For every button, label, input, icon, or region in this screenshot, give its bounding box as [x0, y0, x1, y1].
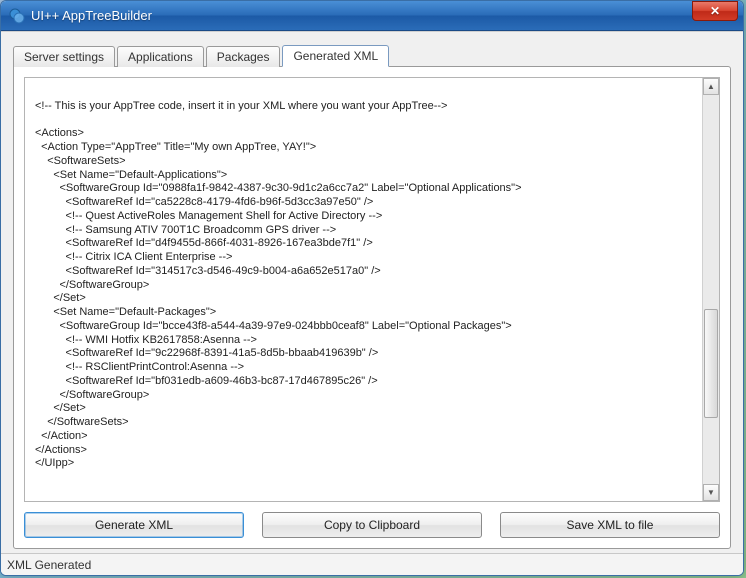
scroll-up-arrow-icon[interactable]: ▲	[703, 78, 719, 95]
app-window: UI++ AppTreeBuilder ✕ Server settings Ap…	[0, 0, 744, 576]
window-title: UI++ AppTreeBuilder	[31, 8, 692, 23]
button-label: Generate XML	[95, 518, 173, 532]
content-pane: Server settings Applications Packages Ge…	[1, 32, 743, 553]
button-label: Copy to Clipboard	[324, 518, 420, 532]
tab-label: Generated XML	[293, 49, 378, 63]
client-area: Server settings Applications Packages Ge…	[1, 31, 743, 575]
tab-label: Applications	[128, 50, 193, 64]
close-icon: ✕	[710, 4, 720, 18]
tabstrip: Server settings Applications Packages Ge…	[13, 42, 731, 66]
vertical-scrollbar[interactable]: ▲ ▼	[702, 78, 719, 501]
tab-label: Server settings	[24, 50, 104, 64]
button-label: Save XML to file	[567, 518, 654, 532]
save-xml-to-file-button[interactable]: Save XML to file	[500, 512, 720, 538]
scroll-thumb[interactable]	[704, 309, 718, 418]
tab-server-settings[interactable]: Server settings	[13, 46, 115, 67]
tab-applications[interactable]: Applications	[117, 46, 204, 67]
button-row: Generate XML Copy to Clipboard Save XML …	[24, 512, 720, 538]
tab-label: Packages	[217, 50, 270, 64]
close-button[interactable]: ✕	[692, 1, 738, 21]
xml-output[interactable]: <!-- This is your AppTree code, insert i…	[25, 78, 702, 501]
tab-body: <!-- This is your AppTree code, insert i…	[13, 66, 731, 549]
tab-packages[interactable]: Packages	[206, 46, 281, 67]
statusbar: XML Generated	[1, 553, 743, 575]
scroll-track[interactable]	[703, 95, 719, 484]
status-text: XML Generated	[7, 558, 91, 572]
scroll-down-arrow-icon[interactable]: ▼	[703, 484, 719, 501]
app-icon	[9, 8, 25, 24]
titlebar: UI++ AppTreeBuilder ✕	[1, 1, 743, 31]
tab-generated-xml[interactable]: Generated XML	[282, 45, 389, 67]
generate-xml-button[interactable]: Generate XML	[24, 512, 244, 538]
copy-to-clipboard-button[interactable]: Copy to Clipboard	[262, 512, 482, 538]
xml-viewport: <!-- This is your AppTree code, insert i…	[24, 77, 720, 502]
